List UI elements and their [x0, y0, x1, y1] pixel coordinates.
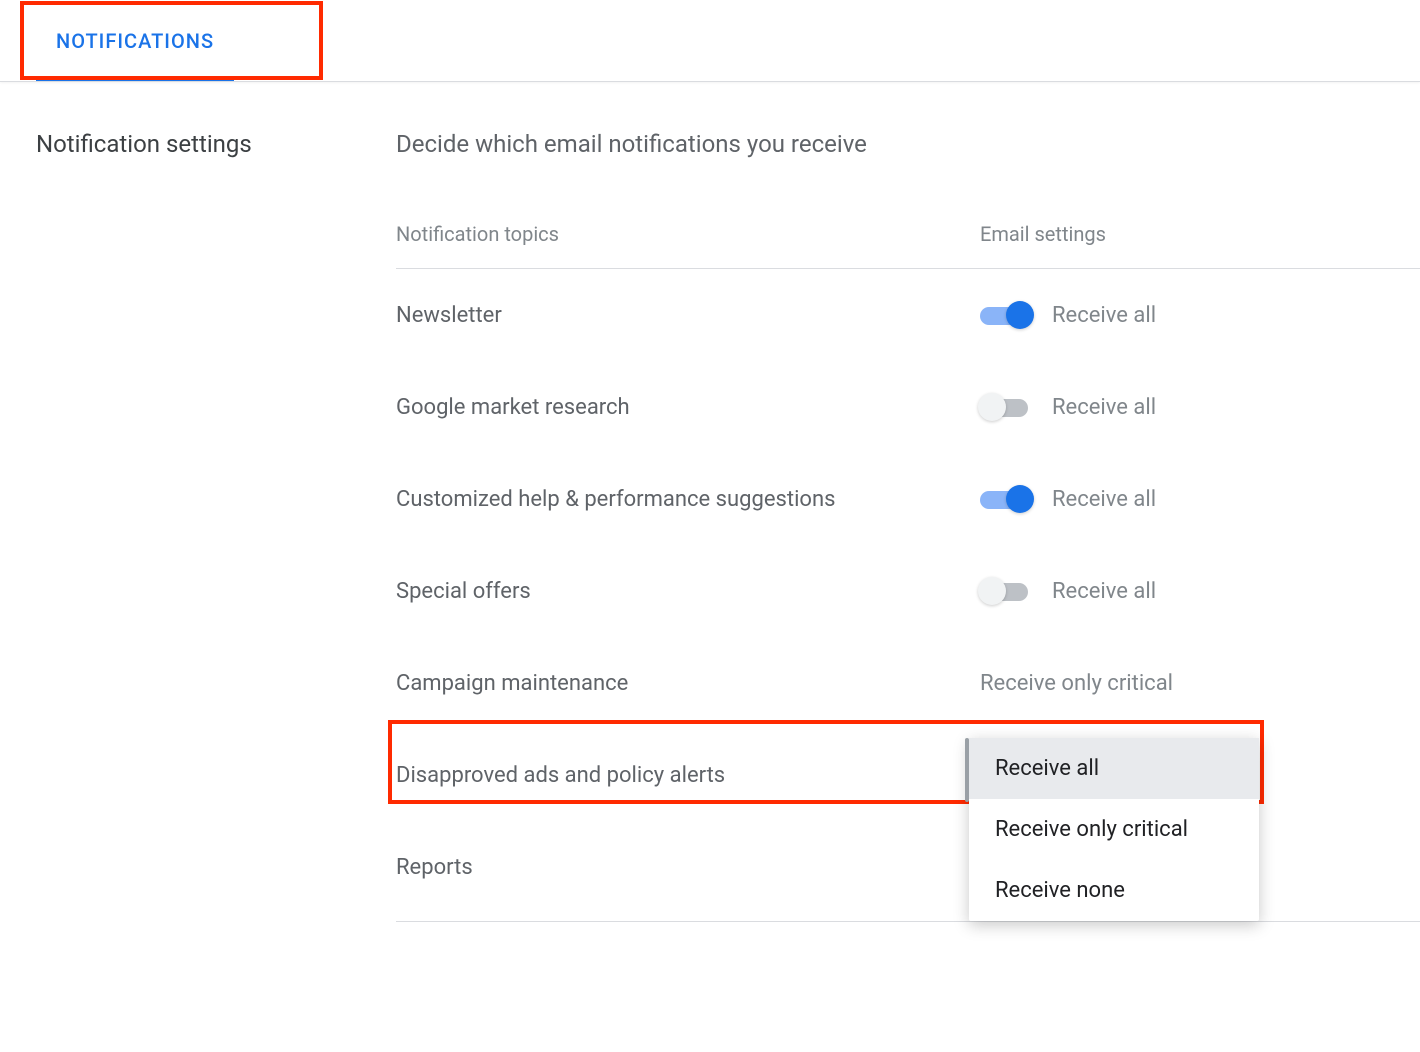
setting-label: Receive all — [1052, 579, 1156, 604]
topic-label: Newsletter — [396, 303, 980, 328]
setting-label: Receive all — [1052, 487, 1156, 512]
toggle-newsletter[interactable] — [980, 299, 1034, 331]
divider — [396, 921, 1420, 922]
topic-label: Disapproved ads and policy alerts — [396, 763, 980, 788]
settings-row-campaign-maintenance: Campaign maintenance Receive only critic… — [396, 637, 1420, 729]
page-subtitle: Decide which email notifications you rec… — [396, 130, 1420, 158]
toggle-thumb — [978, 393, 1006, 421]
setting-cell: Receive all — [980, 391, 1156, 423]
toggle-thumb — [1006, 301, 1034, 329]
settings-row-special-offers: Special offers Receive all — [396, 545, 1420, 637]
tab-bar: NOTIFICATIONS — [0, 0, 1420, 82]
tab-label: NOTIFICATIONS — [56, 29, 214, 53]
setting-cell[interactable]: Receive only critical — [980, 671, 1173, 696]
setting-label: Receive all — [1052, 303, 1156, 328]
topic-label: Google market research — [396, 395, 980, 420]
settings-row-customized-help: Customized help & performance suggestion… — [396, 453, 1420, 545]
settings-row-market-research: Google market research Receive all — [396, 361, 1420, 453]
dropdown-scroll-indicator — [965, 738, 969, 802]
settings-row-newsletter: Newsletter Receive all — [396, 269, 1420, 361]
setting-cell: Receive all — [980, 483, 1156, 515]
toggle-special-offers[interactable] — [980, 575, 1034, 607]
topic-label: Customized help & performance suggestion… — [396, 487, 980, 512]
toggle-thumb — [1006, 485, 1034, 513]
right-column: Decide which email notifications you rec… — [396, 130, 1420, 922]
toggle-market-research[interactable] — [980, 391, 1034, 423]
tab-notifications[interactable]: NOTIFICATIONS — [0, 0, 270, 81]
dropdown-item-receive-only-critical[interactable]: Receive only critical — [969, 799, 1259, 860]
topic-label: Special offers — [396, 579, 980, 604]
column-header-topics: Notification topics — [396, 222, 980, 246]
table-header: Notification topics Email settings — [396, 222, 1420, 269]
topic-label: Reports — [396, 855, 980, 880]
dropdown-item-receive-all[interactable]: Receive all — [969, 738, 1259, 799]
page-title: Notification settings — [36, 130, 396, 158]
setting-label: Receive all — [1052, 395, 1156, 420]
setting-cell: Receive all — [980, 575, 1156, 607]
toggle-thumb — [978, 577, 1006, 605]
email-setting-dropdown[interactable]: Receive all Receive only critical Receiv… — [969, 738, 1259, 921]
dropdown-item-receive-none[interactable]: Receive none — [969, 860, 1259, 921]
settings-row-reports: Reports — [396, 821, 1420, 913]
left-column: Notification settings — [0, 130, 396, 922]
settings-row-disapproved-ads: Disapproved ads and policy alerts — [396, 729, 1420, 821]
setting-cell: Receive all — [980, 299, 1156, 331]
toggle-customized-help[interactable] — [980, 483, 1034, 515]
column-header-settings: Email settings — [980, 222, 1106, 246]
topic-label: Campaign maintenance — [396, 671, 980, 696]
setting-label: Receive only critical — [980, 671, 1173, 696]
